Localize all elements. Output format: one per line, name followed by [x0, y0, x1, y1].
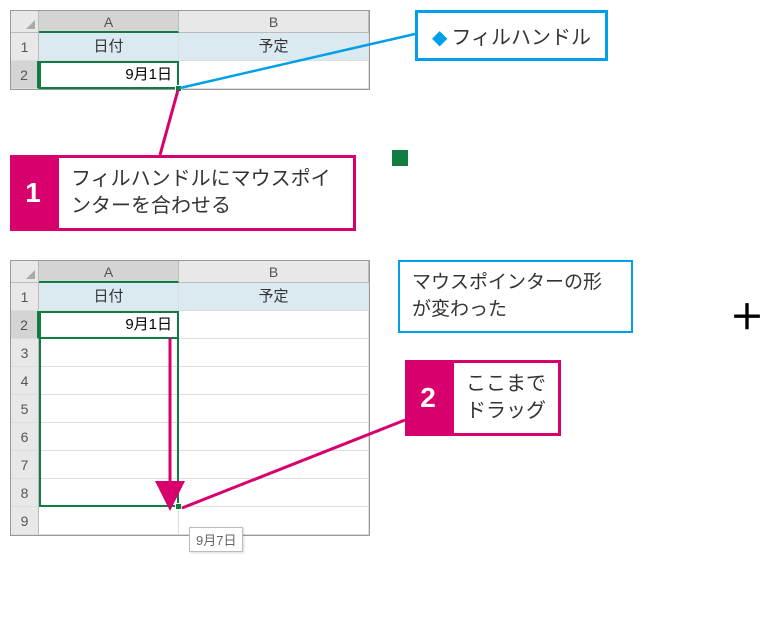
callout-fill-handle-text: フィルハンドル [451, 27, 591, 49]
plus-cursor-icon: ＋ [730, 290, 764, 339]
cell[interactable] [179, 367, 369, 395]
cell[interactable] [179, 339, 369, 367]
cell[interactable] [39, 367, 179, 395]
row-header[interactable]: 4 [11, 367, 39, 395]
row-header[interactable]: 9 [11, 507, 39, 535]
cell[interactable] [39, 479, 179, 507]
spreadsheet-2: A B 1日付予定 29月1日 3 4 5 6 7 8 9 9月7日 [10, 260, 370, 536]
drag-tooltip: 9月7日 [189, 527, 243, 552]
cell[interactable] [39, 423, 179, 451]
select-all-corner-2[interactable] [11, 261, 39, 283]
row-header-1[interactable]: 1 [11, 33, 39, 61]
callout-pointer-changed: マウスポインターの形が変わった [398, 260, 633, 333]
spreadsheet-1: A B 1 日付 予定 2 9月1日 [10, 10, 370, 90]
callout-fill-handle: ◆フィルハンドル [415, 10, 608, 61]
step-2: 2 ここまで ドラッグ [405, 360, 561, 436]
cell[interactable] [39, 395, 179, 423]
row-header[interactable]: 6 [11, 423, 39, 451]
row-header[interactable]: 7 [11, 451, 39, 479]
diamond-icon: ◆ [432, 27, 447, 49]
fill-handle[interactable] [175, 85, 182, 92]
cell-a2[interactable]: 9月1日 [39, 61, 179, 89]
fill-handle-2[interactable] [175, 503, 182, 510]
callout-pointer-text: マウスポインターの形が変わった [412, 272, 602, 320]
col-header-b[interactable]: B [179, 11, 369, 33]
cell[interactable] [179, 479, 369, 507]
step-2-text: ここまで ドラッグ [451, 360, 561, 436]
col-header-b-2[interactable]: B [179, 261, 369, 283]
cell[interactable] [39, 507, 179, 535]
cell[interactable] [179, 451, 369, 479]
step-1: 1 フィルハンドルにマウスポインターを合わせる [10, 155, 356, 231]
row-header-2[interactable]: 2 [11, 61, 39, 89]
cell-a1[interactable]: 日付 [39, 33, 179, 61]
col-header-a[interactable]: A [39, 11, 179, 33]
cell[interactable] [179, 423, 369, 451]
step-1-text: フィルハンドルにマウスポインターを合わせる [56, 155, 356, 231]
cell-a1-2[interactable]: 日付 [39, 283, 179, 311]
row-header[interactable]: 3 [11, 339, 39, 367]
row-header[interactable]: 1 [11, 283, 39, 311]
step-1-number: 1 [10, 155, 56, 231]
step-2-number: 2 [405, 360, 451, 436]
cell-b1-2[interactable]: 予定 [179, 283, 369, 311]
col-header-a-2[interactable]: A [39, 261, 179, 283]
row-header[interactable]: 8 [11, 479, 39, 507]
cell-b2[interactable] [179, 61, 369, 89]
cell[interactable] [179, 395, 369, 423]
green-square-icon [392, 150, 408, 166]
select-all-corner[interactable] [11, 11, 39, 33]
cell-a2-2[interactable]: 9月1日 [39, 311, 179, 339]
cell[interactable] [39, 339, 179, 367]
row-header[interactable]: 5 [11, 395, 39, 423]
cell[interactable] [179, 311, 369, 339]
cell[interactable] [39, 451, 179, 479]
cell-b1[interactable]: 予定 [179, 33, 369, 61]
row-header[interactable]: 2 [11, 311, 39, 339]
